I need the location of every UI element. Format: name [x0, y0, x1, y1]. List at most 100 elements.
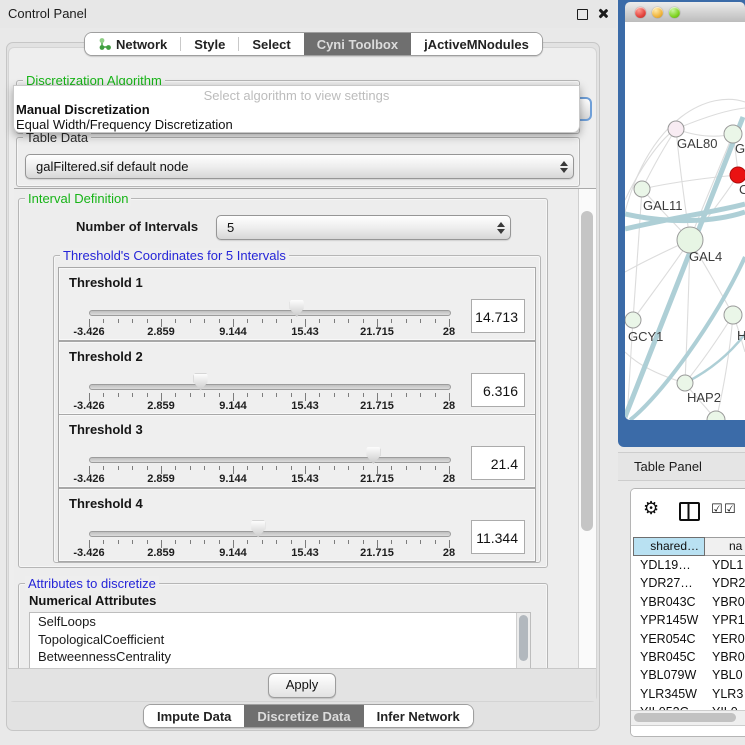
threshold-slider-track[interactable]: [89, 310, 451, 316]
cell-shared-name[interactable]: YBR045C: [633, 648, 705, 666]
slider-tick: [435, 319, 436, 323]
network-view-window[interactable]: GAL80GACGAL11GAL4GCY1HHAP2: [618, 0, 745, 447]
network-edge[interactable]: [642, 175, 738, 189]
threshold-slider-track[interactable]: [89, 457, 451, 463]
slider-tick: [132, 466, 133, 470]
attributes-scrollbar-thumb[interactable]: [519, 615, 528, 661]
attributes-scrollbar[interactable]: [516, 613, 530, 669]
cell-name[interactable]: YBR0: [705, 648, 745, 666]
gear-icon[interactable]: ⚙: [643, 498, 659, 519]
threshold-panel: Threshold 2-3.4262.8599.14415.4321.71528…: [58, 341, 536, 415]
cell-name[interactable]: YLR3: [705, 685, 745, 703]
cell-shared-name[interactable]: YER054C: [633, 630, 705, 648]
checkbox-icon[interactable]: ☑: [711, 501, 723, 517]
tab-select[interactable]: Select: [239, 33, 303, 55]
tab-jactivemnodules[interactable]: jActiveMNodules: [411, 33, 542, 55]
tab-network[interactable]: Network: [85, 33, 180, 55]
network-node[interactable]: [625, 312, 641, 328]
control-panel-titlebar: Control Panel: [0, 0, 616, 28]
network-node[interactable]: [668, 121, 684, 137]
minimize-traffic-light-icon[interactable]: [652, 7, 663, 18]
table-row[interactable]: YPR145WYPR1: [633, 611, 745, 629]
slider-tick: [276, 540, 277, 544]
tab-infer-network[interactable]: Infer Network: [364, 705, 473, 727]
column-header-shared-name[interactable]: shared…: [633, 537, 705, 556]
slider-tick: [334, 466, 335, 470]
network-edge[interactable]: [625, 117, 743, 417]
threshold-slider-track[interactable]: [89, 531, 451, 537]
cell-shared-name[interactable]: YDL19…: [633, 556, 705, 574]
tab-discretize-data[interactable]: Discretize Data: [244, 705, 363, 727]
algorithm-option[interactable]: Manual Discretization: [16, 102, 150, 117]
network-node[interactable]: [730, 167, 745, 183]
table-row[interactable]: YLR345WYLR3: [633, 685, 745, 703]
threshold-label: Threshold 1: [69, 275, 143, 290]
tab-cyni-toolbox[interactable]: Cyni Toolbox: [304, 33, 411, 55]
float-window-icon[interactable]: [577, 9, 588, 20]
network-edge[interactable]: [685, 334, 745, 383]
network-edge[interactable]: [642, 129, 676, 189]
slider-tick: [276, 319, 277, 323]
numerical-attributes-list[interactable]: SelfLoopsTopologicalCoefficientBetweenne…: [29, 612, 531, 670]
table-data-combobox[interactable]: galFiltered.sif default node: [25, 154, 574, 179]
threshold-value-field[interactable]: 14.713: [471, 299, 525, 333]
cell-shared-name[interactable]: YLR345W: [633, 685, 705, 703]
cell-name[interactable]: YDL1: [705, 556, 745, 574]
network-node[interactable]: [724, 306, 742, 324]
network-edge[interactable]: [633, 189, 642, 320]
slider-tick: [435, 393, 436, 397]
network-node[interactable]: [677, 375, 693, 391]
scale-tick-label: 21.715: [360, 473, 394, 485]
cell-name[interactable]: YPR1: [705, 611, 745, 629]
close-icon[interactable]: [597, 8, 608, 19]
number-of-intervals-label: Number of Intervals: [76, 219, 198, 234]
tab-style[interactable]: Style: [181, 33, 238, 55]
network-node[interactable]: [634, 181, 650, 197]
tab-impute-data[interactable]: Impute Data: [144, 705, 244, 727]
number-of-intervals-combobox[interactable]: 5: [216, 215, 511, 240]
slider-scale-labels: -3.4262.8599.14415.4321.71528: [89, 473, 449, 485]
table-row[interactable]: YDR27…YDR2: [633, 574, 745, 592]
cell-name[interactable]: YBR0: [705, 593, 745, 611]
threshold-value-field[interactable]: 6.316: [471, 373, 525, 407]
table-row[interactable]: YER054CYER0: [633, 630, 745, 648]
network-canvas[interactable]: GAL80GACGAL11GAL4GCY1HHAP2: [625, 22, 745, 420]
table-hscrollbar-thumb[interactable]: [634, 713, 736, 722]
column-header-name[interactable]: na: [705, 537, 745, 556]
threshold-value-field[interactable]: 11.344: [471, 520, 525, 554]
cell-shared-name[interactable]: YBL079W: [633, 666, 705, 684]
tab-label: Impute Data: [157, 709, 231, 724]
cell-shared-name[interactable]: YBR043C: [633, 593, 705, 611]
threshold-slider-track[interactable]: [89, 384, 451, 390]
table-row[interactable]: YBR045CYBR0: [633, 648, 745, 666]
slider-tick: [391, 393, 392, 397]
attribute-list-item[interactable]: SelfLoops: [30, 613, 530, 631]
apply-button[interactable]: Apply: [268, 673, 336, 698]
settings-vertical-scrollbar[interactable]: [578, 189, 596, 669]
table-row[interactable]: YBR043CYBR0: [633, 593, 745, 611]
close-traffic-light-icon[interactable]: [635, 7, 646, 18]
zoom-traffic-light-icon[interactable]: [669, 7, 680, 18]
table-row[interactable]: YDL19…YDL1: [633, 556, 745, 574]
algorithm-option[interactable]: Equal Width/Frequency Discretization: [16, 117, 233, 132]
cell-name[interactable]: YBL0: [705, 666, 745, 684]
network-edge[interactable]: [625, 129, 676, 200]
cell-shared-name[interactable]: YDR27…: [633, 574, 705, 592]
threshold-value-field[interactable]: 21.4: [471, 446, 525, 480]
slider-scale-labels: -3.4262.8599.14415.4321.71528: [89, 326, 449, 338]
cell-name[interactable]: YER0: [705, 630, 745, 648]
slider-tick: [348, 319, 349, 323]
table-horizontal-scrollbar[interactable]: [631, 710, 745, 726]
attribute-list-item[interactable]: BetweennessCentrality: [30, 648, 530, 666]
slider-tick: [132, 393, 133, 397]
split-columns-icon[interactable]: [679, 502, 700, 521]
slider-tick: [103, 540, 104, 544]
checkbox-icon[interactable]: ☑: [724, 501, 736, 517]
attribute-list-item[interactable]: TopologicalCoefficient: [30, 631, 530, 649]
table-row[interactable]: YBL079WYBL0: [633, 666, 745, 684]
network-window-titlebar[interactable]: [625, 2, 745, 23]
cell-shared-name[interactable]: YPR145W: [633, 611, 705, 629]
settings-scrollbar-thumb[interactable]: [581, 211, 593, 531]
tab-label: Discretize Data: [257, 709, 350, 724]
cell-name[interactable]: YDR2: [705, 574, 745, 592]
